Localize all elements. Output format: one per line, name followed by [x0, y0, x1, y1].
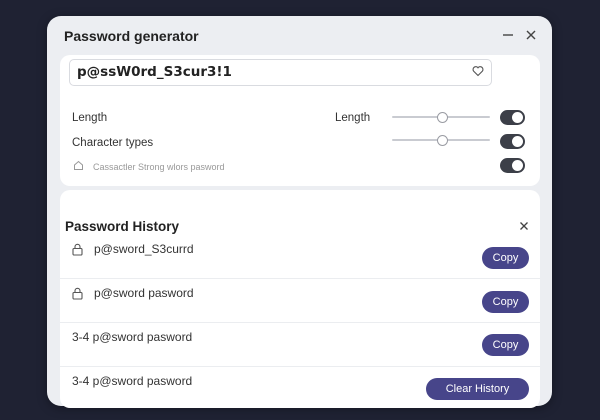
strong-words-toggle[interactable] — [500, 158, 525, 173]
character-types-label: Character types — [72, 137, 154, 149]
history-password: p@sword_S3currd — [94, 242, 194, 256]
clear-history-button[interactable]: Clear History — [426, 378, 529, 400]
length-slider[interactable] — [392, 111, 490, 123]
copy-button[interactable]: Copy — [482, 247, 529, 269]
password-value[interactable]: p@ssW0rd_S3cur3!1 — [77, 64, 232, 80]
toggle-knob — [512, 136, 523, 147]
heart-icon[interactable] — [472, 65, 484, 77]
length-toggle[interactable] — [500, 110, 525, 125]
password-generator-window: Password generator p@ssW0rd_S3cur3!1 Len… — [47, 16, 552, 408]
slider-thumb[interactable] — [437, 135, 448, 146]
history-row: 3-4 p@sword pasword Copy — [60, 316, 540, 360]
character-types-slider[interactable] — [392, 134, 490, 146]
lock-icon — [72, 243, 83, 256]
strong-words-label: Cassactler Strong wlors pasword — [93, 162, 225, 172]
generator-card: p@ssW0rd_S3cur3!1 Length Length Characte… — [60, 55, 540, 186]
close-icon[interactable] — [523, 27, 539, 43]
title-bar: Password generator — [47, 16, 552, 56]
history-password: p@sword pasword — [94, 286, 194, 300]
history-password: 3-4 p@sword pasword — [72, 374, 193, 388]
history-row: p@sword_S3currd Copy — [60, 228, 540, 272]
password-field[interactable]: p@ssW0rd_S3cur3!1 — [69, 59, 492, 86]
window-title: Password generator — [64, 28, 199, 44]
length-label-secondary: Length — [335, 112, 371, 124]
toggle-knob — [512, 112, 523, 123]
copy-button[interactable]: Copy — [482, 291, 529, 313]
slider-thumb[interactable] — [437, 112, 448, 123]
history-row: p@sword pasword Copy — [60, 272, 540, 316]
lock-icon — [72, 287, 83, 300]
home-icon — [73, 160, 84, 171]
history-card: Password History p@sword_S3currd Copy p@… — [60, 190, 540, 408]
copy-button[interactable]: Copy — [482, 334, 529, 356]
history-row: 3-4 p@sword pasword Clear History — [60, 360, 540, 404]
character-types-toggle[interactable] — [500, 134, 525, 149]
toggle-knob — [512, 160, 523, 171]
minimize-icon[interactable] — [500, 27, 516, 43]
length-label: Length — [72, 112, 108, 124]
history-password: 3-4 p@sword pasword — [72, 330, 193, 344]
